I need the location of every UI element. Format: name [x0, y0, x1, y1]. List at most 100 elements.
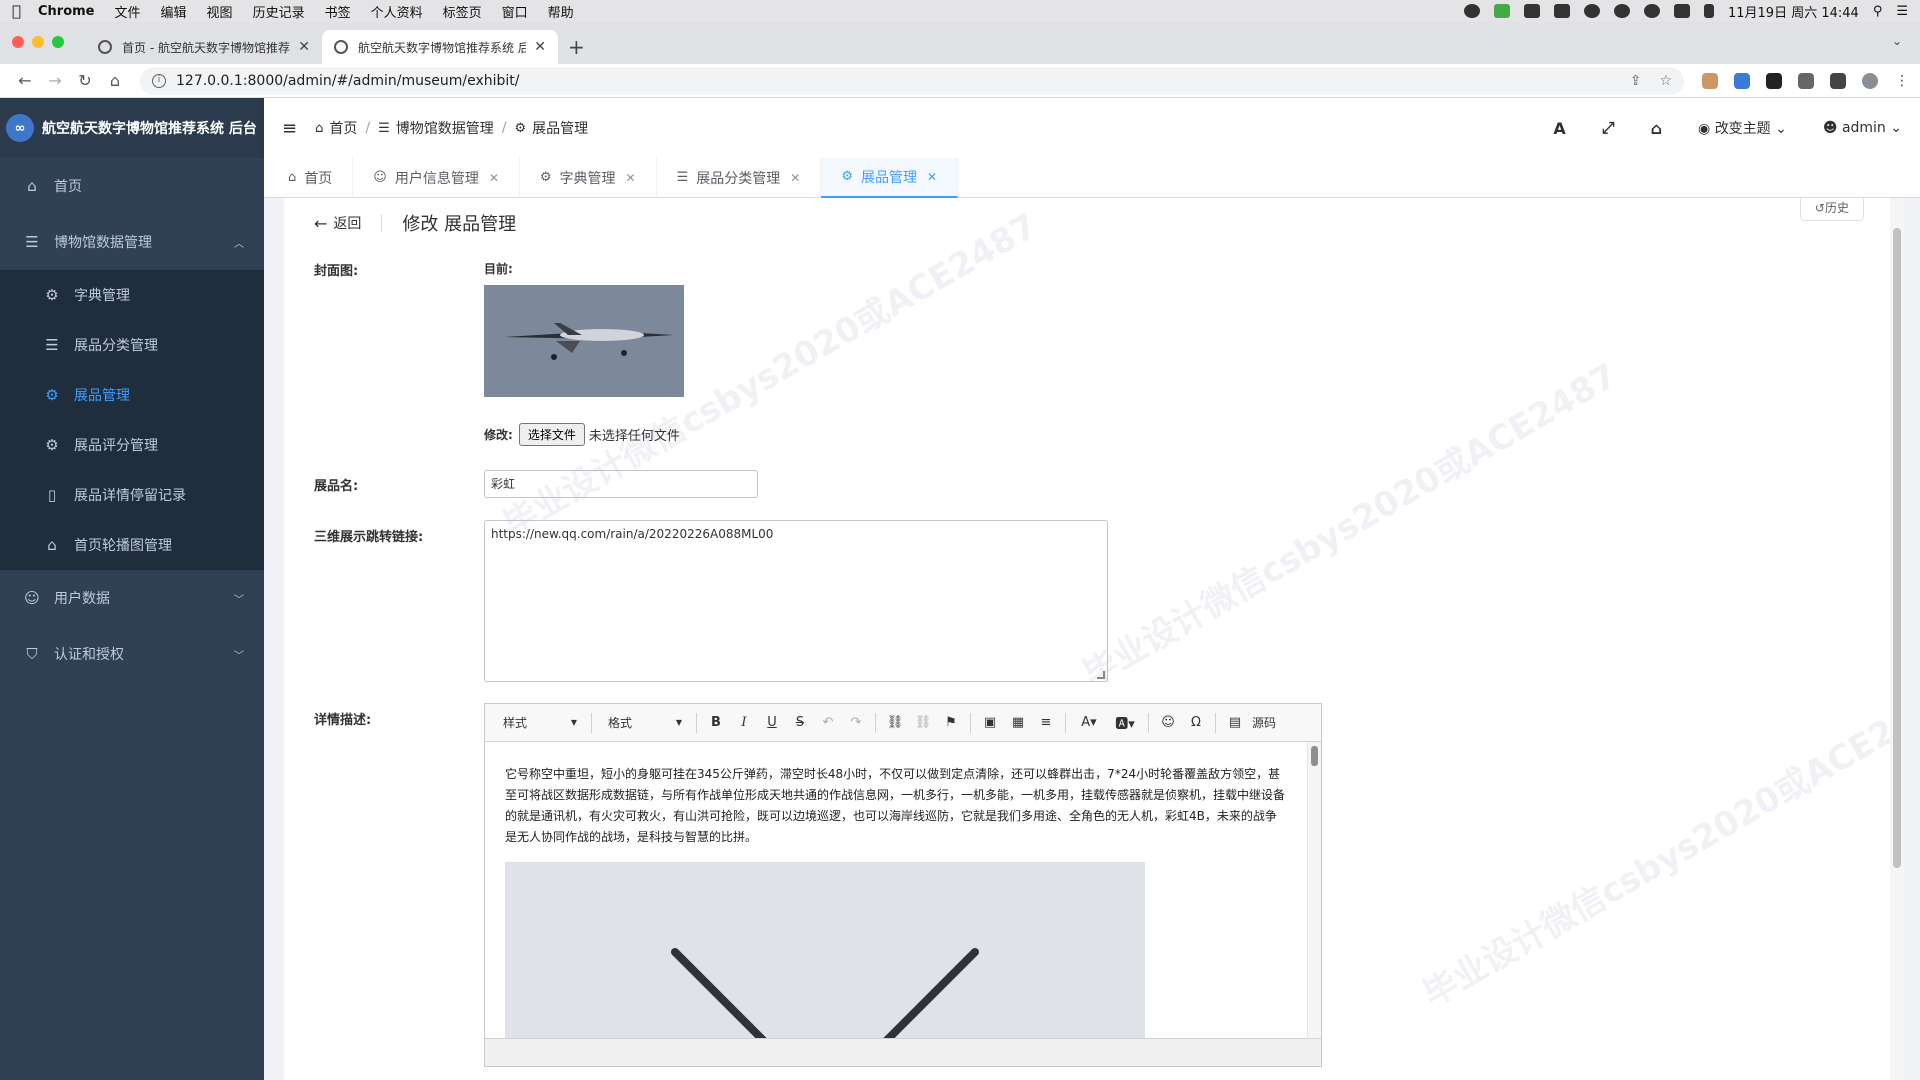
fullscreen-icon[interactable]: ⤢	[1602, 118, 1615, 138]
breadcrumb-home[interactable]: 首页	[329, 118, 357, 138]
record-icon[interactable]	[1463, 4, 1480, 18]
address-bar[interactable]: i 127.0.0.1:8000/admin/#/admin/museum/ex…	[140, 66, 1684, 95]
spotlight-icon[interactable]: ⚲	[1873, 4, 1883, 19]
user-menu[interactable]: ☻ admin ⌄	[1823, 120, 1902, 136]
site-info-icon[interactable]: i	[152, 73, 166, 88]
home-icon[interactable]: ⌂	[100, 71, 130, 90]
close-icon[interactable]: ✕	[790, 171, 800, 185]
reload-icon[interactable]: ↻	[70, 71, 100, 90]
back-button[interactable]: ← 返回	[314, 213, 361, 233]
hamburger-icon[interactable]: ≡	[282, 118, 297, 139]
menu-history[interactable]: 历史记录	[253, 2, 305, 21]
cover-image[interactable]	[484, 285, 684, 397]
extension-icon[interactable]	[1766, 72, 1782, 89]
breadcrumb-museum-data[interactable]: 博物馆数据管理	[396, 118, 494, 138]
editor-scroll-thumb[interactable]	[1311, 746, 1318, 766]
new-tab-button[interactable]: +	[568, 30, 585, 64]
close-window-button[interactable]	[12, 36, 24, 48]
clock[interactable]: 11月19日 周六 14:44	[1728, 2, 1859, 21]
style-dropdown[interactable]: 样式 ▼	[495, 711, 583, 735]
image-icon[interactable]: ▣	[979, 712, 1001, 734]
tag-home[interactable]: ⌂ 首页	[268, 157, 354, 198]
profile-avatar[interactable]	[1862, 72, 1878, 89]
anchor-flag-icon[interactable]: ⚑	[940, 712, 962, 734]
close-icon[interactable]: ✕	[927, 170, 937, 184]
site-home-icon[interactable]: ⌂	[1651, 119, 1662, 138]
menu-edit[interactable]: 编辑	[161, 2, 187, 21]
tab-search-chevron-icon[interactable]: ⌄	[1892, 34, 1902, 48]
redo-icon[interactable]: ↷	[845, 712, 867, 734]
sidebar-item-auth[interactable]: ⛉ 认证和授权 ﹀	[0, 626, 264, 682]
sidebar-item-museum-data[interactable]: ☰ 博物馆数据管理 ︿	[0, 214, 264, 270]
close-icon[interactable]: ✕	[626, 171, 636, 185]
tag-user-info[interactable]: ☺ 用户信息管理 ✕	[353, 157, 520, 198]
sidebar-item-exhibit-rating[interactable]: ⚙ 展品评分管理	[0, 420, 264, 470]
extension-icon[interactable]	[1734, 72, 1750, 89]
share-icon[interactable]: ⇪	[1630, 73, 1642, 89]
sidebar-item-exhibit[interactable]: ⚙ 展品管理	[0, 370, 264, 420]
unlink-icon[interactable]: ⛓	[912, 712, 934, 734]
tag-exhibit-category[interactable]: ☰ 展品分类管理 ✕	[657, 157, 822, 198]
menu-profile[interactable]: 个人资料	[371, 2, 423, 21]
sidebar-item-dictionary[interactable]: ⚙ 字典管理	[0, 270, 264, 320]
format-dropdown[interactable]: 格式 ▼	[600, 711, 688, 735]
forward-arrow-icon[interactable]: →	[40, 71, 70, 90]
extension-icon[interactable]	[1702, 72, 1718, 89]
sidepanel-icon[interactable]	[1830, 72, 1846, 89]
history-button[interactable]: ↺历史	[1799, 198, 1864, 221]
close-tab-icon[interactable]: ✕	[534, 39, 546, 55]
browser-tab-active[interactable]: 航空航天数字博物馆推荐系统 后 ✕	[322, 30, 558, 64]
link-icon[interactable]: ⛓	[884, 712, 906, 734]
source-icon[interactable]: ▤	[1224, 712, 1246, 734]
back-arrow-icon[interactable]: ←	[10, 71, 40, 90]
theme-switcher[interactable]: ◉ 改变主题 ⌄	[1698, 118, 1787, 138]
control-center-icon[interactable]: ☰	[1896, 4, 1908, 19]
sidebar-item-exhibit-category[interactable]: ☰ 展品分类管理	[0, 320, 264, 370]
close-tab-icon[interactable]: ✕	[298, 39, 310, 55]
chrome-menu-icon[interactable]: ⋮	[1894, 73, 1910, 89]
source-button[interactable]: 源码	[1252, 714, 1276, 731]
underline-icon[interactable]: U	[761, 712, 783, 734]
minimize-window-button[interactable]	[32, 36, 44, 48]
sidebar-item-carousel[interactable]: ⌂ 首页轮播图管理	[0, 520, 264, 570]
network-icon[interactable]	[1583, 4, 1600, 18]
menu-file[interactable]: 文件	[115, 2, 141, 21]
editor-content[interactable]: 它号称空中重坦，短小的身躯可挂在345公斤弹药，滞空时长48小时，不仅可以做到定…	[485, 742, 1307, 1038]
text-color-icon[interactable]: A▾	[1074, 712, 1104, 734]
bold-icon[interactable]: B	[705, 712, 727, 734]
smiley-icon[interactable]: ☺	[1157, 712, 1179, 734]
apple-icon[interactable]: 	[12, 2, 38, 20]
strikethrough-icon[interactable]: S	[789, 712, 811, 734]
word-icon[interactable]	[1553, 4, 1570, 18]
sidebar-item-home[interactable]: ⌂ 首页	[0, 158, 264, 214]
sidebar-item-stay-record[interactable]: ▯ 展品详情停留记录	[0, 470, 264, 520]
resize-handle-icon[interactable]	[1097, 671, 1105, 679]
tag-dictionary[interactable]: ⚙ 字典管理 ✕	[520, 157, 657, 198]
signal-icon[interactable]	[1493, 4, 1510, 18]
menu-help[interactable]: 帮助	[548, 2, 574, 21]
sidebar-item-user-data[interactable]: ☺ 用户数据 ﹀	[0, 570, 264, 626]
menu-bookmarks[interactable]: 书签	[325, 2, 351, 21]
font-size-icon[interactable]: A	[1553, 119, 1565, 138]
editor-scrollbar[interactable]	[1307, 742, 1321, 1038]
page-scrollbar[interactable]	[1890, 198, 1904, 1080]
bookmark-star-icon[interactable]: ☆	[1659, 73, 1672, 89]
input-method-icon[interactable]	[1673, 4, 1690, 18]
maximize-window-button[interactable]	[52, 36, 64, 48]
horizontal-rule-icon[interactable]: ≡	[1035, 712, 1057, 734]
menu-window[interactable]: 窗口	[502, 2, 528, 21]
background-color-icon[interactable]: 🅰▾	[1110, 712, 1140, 734]
browser-tab[interactable]: 首页 - 航空航天数字博物馆推荐系 ✕	[86, 30, 322, 64]
exhibit-name-input[interactable]: 彩虹	[484, 470, 758, 498]
table-icon[interactable]: ▦	[1007, 712, 1029, 734]
close-icon[interactable]: ✕	[489, 171, 499, 185]
choose-file-button[interactable]: 选择文件	[518, 423, 585, 446]
volume-icon[interactable]	[1703, 4, 1714, 18]
tag-exhibit[interactable]: ⚙ 展品管理 ✕	[821, 157, 959, 198]
detail-image[interactable]	[505, 862, 1145, 1038]
undo-icon[interactable]: ↶	[817, 712, 839, 734]
italic-icon[interactable]: I	[733, 712, 755, 734]
page-scroll-thumb[interactable]	[1893, 228, 1901, 868]
wechat-icon[interactable]	[1643, 4, 1660, 18]
menu-view[interactable]: 视图	[207, 2, 233, 21]
